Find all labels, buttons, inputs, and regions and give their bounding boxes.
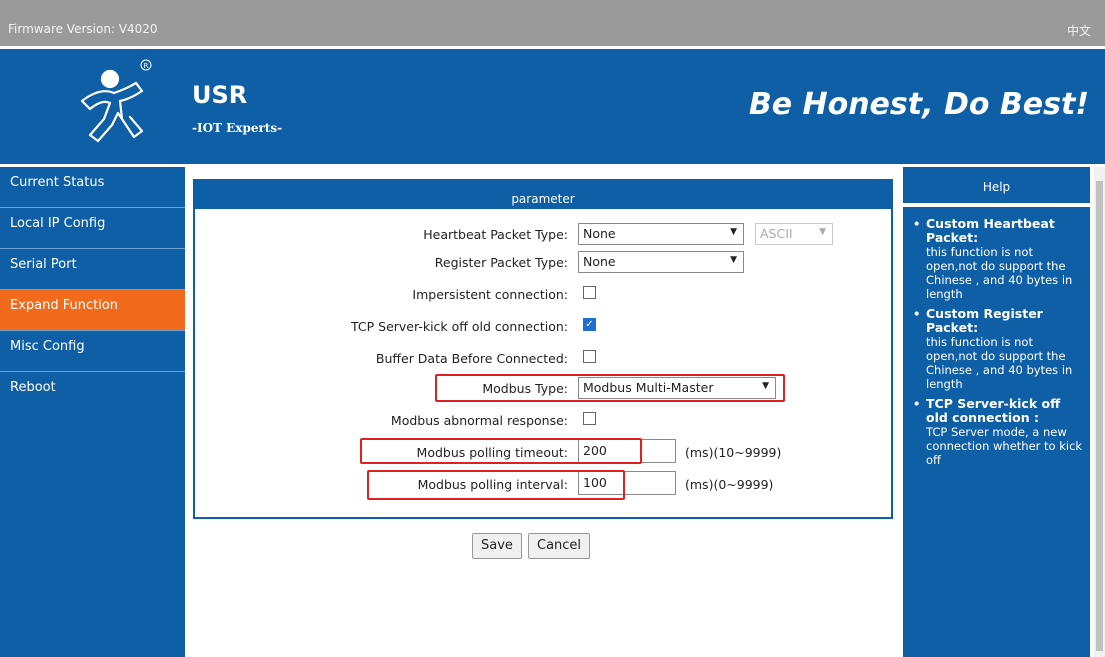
panel-title: parameter (195, 181, 891, 209)
bullet-icon: • (913, 217, 921, 231)
usr-person-logo-icon: R (80, 59, 152, 143)
firmware-value: V4020 (118, 22, 158, 36)
sidebar-item-local-ip-config[interactable]: Local IP Config (0, 208, 185, 249)
help-item-title: Custom Heartbeat Packet: (926, 216, 1055, 245)
chevron-down-icon: ▼ (730, 227, 737, 237)
heartbeat-format-select[interactable]: ASCII ▼ (755, 223, 833, 245)
chevron-down-icon: ▼ (730, 255, 737, 265)
help-body: • Custom Heartbeat Packet: this function i… (903, 207, 1090, 468)
sidebar-item-current-status[interactable]: Current Status (0, 167, 185, 208)
modbus-type-highlight-box (435, 374, 785, 402)
firmware-version: Firmware Version: V4020 (8, 22, 158, 36)
modbus-abnormal-label: Modbus abnormal response: (390, 413, 568, 428)
register-type-label: Register Packet Type: (434, 255, 568, 270)
sidebar-item-reboot[interactable]: Reboot (0, 372, 185, 413)
heartbeat-type-value: None (583, 226, 616, 241)
help-item-text: this function is not open,not do support… (926, 245, 1073, 301)
impersistent-label: Impersistent connection: (412, 287, 568, 302)
brand-name: USR (192, 81, 248, 109)
polling-timeout-highlight-box (360, 438, 642, 464)
polling-interval-unit: (ms)(0~9999) (685, 477, 774, 492)
kick-off-checkbox[interactable]: ✓ (583, 318, 596, 331)
help-item: • TCP Server-kick off old connection : TCP… (913, 396, 1086, 468)
sidebar-item-misc-config[interactable]: Misc Config (0, 331, 185, 372)
sidebar-item-label: Current Status (10, 175, 105, 190)
help-item-text: this function is not open,not do support… (926, 335, 1073, 391)
polling-interval-highlight-box (367, 470, 625, 500)
heartbeat-type-label: Heartbeat Packet Type: (423, 227, 568, 242)
language-switch-link[interactable]: 中文 (1067, 22, 1091, 39)
header-banner: R USR -IOT Experts- Be Honest, Do Best! (0, 46, 1105, 164)
buffer-row: Buffer Data Before Connected: (195, 345, 891, 375)
sidebar-item-expand-function[interactable]: Expand Function (0, 290, 185, 331)
sidebar-item-label: Reboot (10, 380, 56, 395)
modbus-abnormal-row: Modbus abnormal response: (195, 407, 891, 437)
sidebar-item-label: Serial Port (10, 257, 77, 272)
help-item-title: TCP Server-kick off old connection : (926, 396, 1061, 425)
help-item: • Custom Heartbeat Packet: this function i… (913, 216, 1086, 302)
slogan: Be Honest, Do Best! (748, 87, 1089, 122)
help-item-title: Custom Register Packet: (926, 306, 1043, 335)
help-panel: Help • Custom Heartbeat Packet: this funct… (903, 167, 1090, 657)
svg-text:R: R (144, 62, 149, 70)
save-button[interactable]: Save (472, 533, 522, 559)
sidebar-item-label: Local IP Config (10, 216, 106, 231)
sidebar-item-serial-port[interactable]: Serial Port (0, 249, 185, 290)
buffer-checkbox[interactable] (583, 350, 596, 363)
heartbeat-type-row: Heartbeat Packet Type: None ▼ ASCII ▼ (195, 221, 891, 251)
top-bar: Firmware Version: V4020 中文 (0, 0, 1105, 46)
scrollbar-thumb[interactable] (1096, 181, 1103, 651)
kick-off-label: TCP Server-kick off old connection: (351, 319, 568, 334)
parameter-panel: parameter Heartbeat Packet Type: None ▼ A… (193, 179, 893, 519)
brand-tagline: -IOT Experts- (192, 121, 283, 135)
main-content: parameter Heartbeat Packet Type: None ▼ A… (185, 167, 901, 657)
cancel-button[interactable]: Cancel (528, 533, 591, 559)
chevron-down-icon: ▼ (819, 227, 826, 237)
modbus-abnormal-checkbox[interactable] (583, 412, 596, 425)
help-title: Help (903, 167, 1090, 207)
bullet-icon: • (913, 307, 921, 321)
register-type-value: None (583, 254, 616, 269)
heartbeat-format-value: ASCII (760, 226, 793, 241)
buffer-label: Buffer Data Before Connected: (375, 351, 568, 366)
register-type-row: Register Packet Type: None ▼ (195, 249, 891, 279)
polling-timeout-unit: (ms)(10~9999) (685, 445, 782, 460)
heartbeat-type-select[interactable]: None ▼ (578, 223, 744, 245)
sidebar-item-label: Misc Config (10, 339, 85, 354)
help-item: • Custom Register Packet: this function is… (913, 306, 1086, 392)
sidebar-nav: Current Status Local IP Config Serial Po… (0, 167, 185, 657)
kick-off-row: TCP Server-kick off old connection: ✓ (195, 313, 891, 343)
help-item-text: TCP Server mode, a new connection whethe… (926, 425, 1083, 467)
scrollbar[interactable] (1094, 167, 1105, 657)
register-type-select[interactable]: None ▼ (578, 251, 744, 273)
bullet-icon: • (913, 397, 921, 411)
impersistent-checkbox[interactable] (583, 286, 596, 299)
sidebar-item-label: Expand Function (10, 298, 119, 313)
impersistent-row: Impersistent connection: (195, 281, 891, 311)
firmware-label: Firmware Version: (8, 22, 115, 36)
